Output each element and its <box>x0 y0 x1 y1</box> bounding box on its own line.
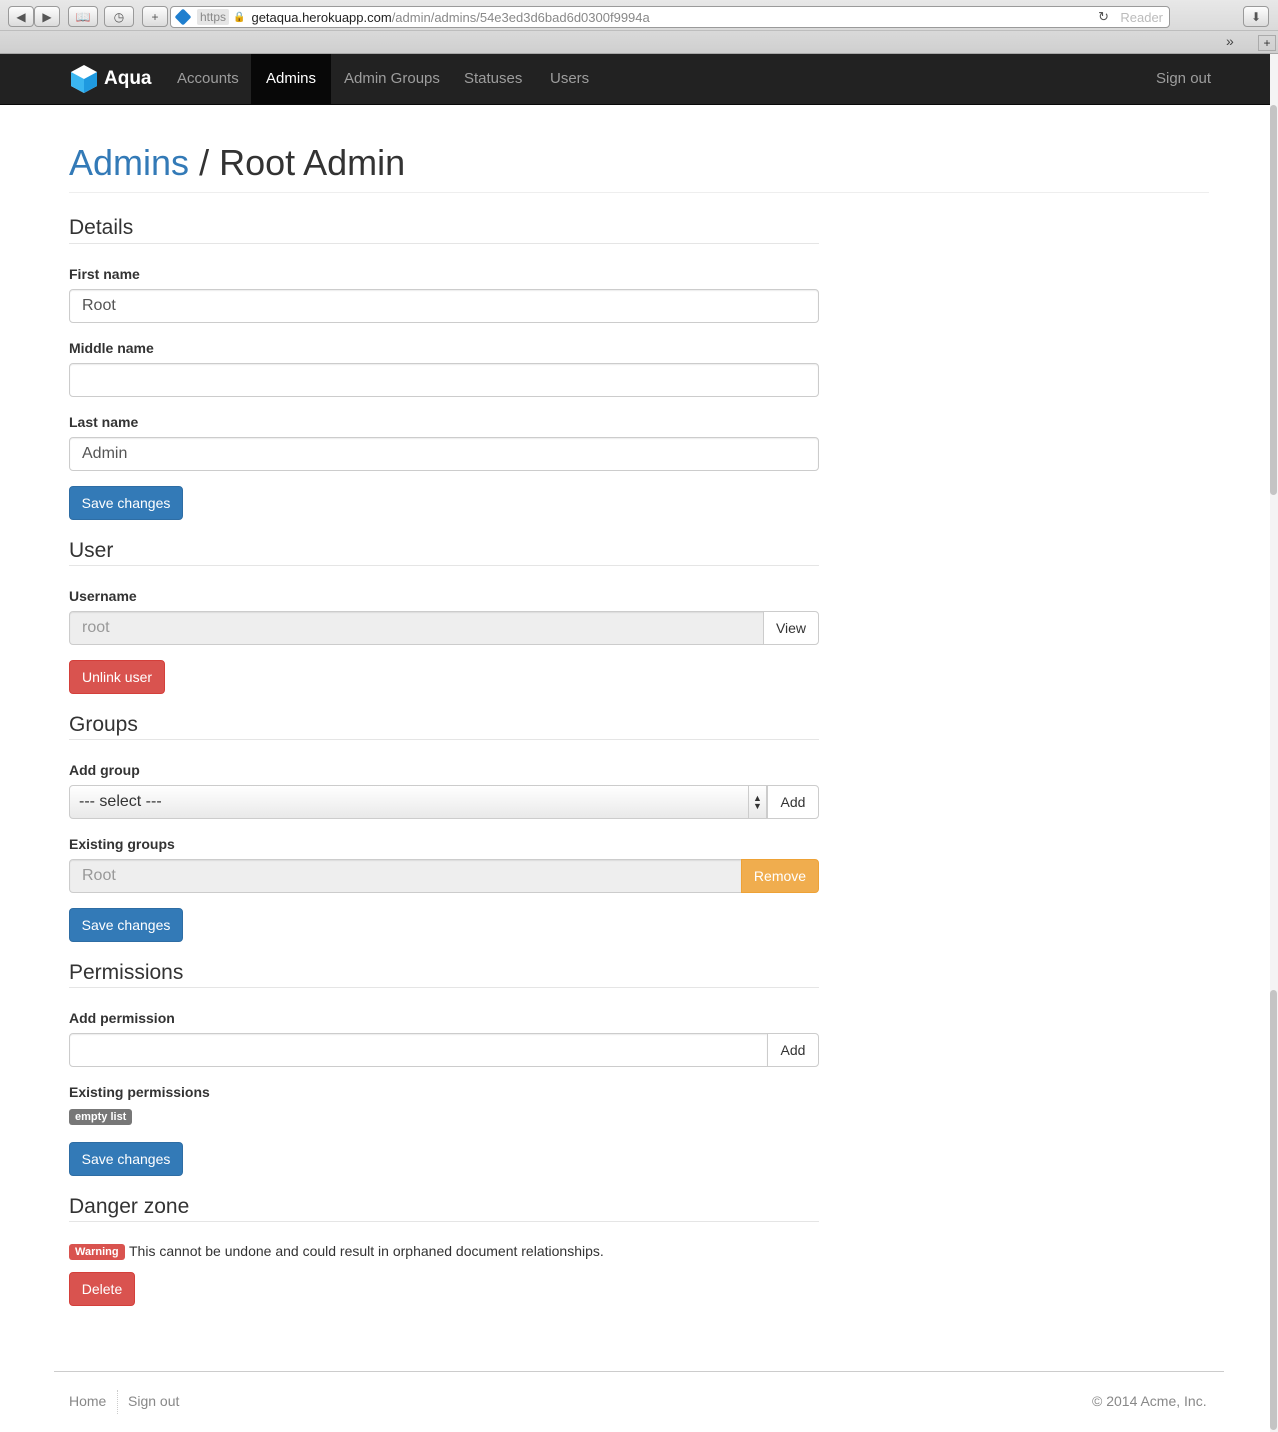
forward-arrow-icon: ▶ <box>42 9 52 24</box>
back-button[interactable]: ◀ <box>8 6 34 27</box>
username-field: root <box>69 611 765 645</box>
https-label: https <box>197 9 230 25</box>
nav-admins[interactable]: Admins <box>251 54 332 104</box>
lock-icon: 🔒 <box>233 11 246 23</box>
permissions-divider <box>69 987 819 988</box>
favicon-icon <box>174 8 192 26</box>
add-permission-button[interactable]: Add <box>767 1033 819 1067</box>
remove-group-button[interactable]: Remove <box>741 859 819 893</box>
danger-zone-heading: Danger zone <box>69 1195 190 1218</box>
select-arrows-icon: ▲ ▼ <box>748 786 766 818</box>
new-tab-button[interactable]: + <box>142 6 168 27</box>
last-name-label: Last name <box>69 414 139 430</box>
first-name-field[interactable]: Root <box>69 289 819 323</box>
group-select[interactable]: --- select --- ▲ ▼ <box>69 785 767 819</box>
view-user-button[interactable]: View <box>763 611 819 645</box>
copyright: © 2014 Acme, Inc. <box>1092 1393 1207 1409</box>
add-permission-label: Add permission <box>69 1010 175 1026</box>
url-path: /admin/admins/54e3ed3d6bad6d0300f9994a <box>391 9 650 25</box>
breadcrumb-separator: / <box>199 142 210 183</box>
existing-group-field: Root <box>69 859 742 893</box>
top-navbar: Aqua Accounts Admins Admin Groups Status… <box>0 54 1270 105</box>
tab-bar: » + <box>0 30 1278 54</box>
footer-sign-out-link[interactable]: Sign out <box>128 1393 179 1409</box>
nav-users[interactable]: Users <box>535 54 604 104</box>
nav-statuses[interactable]: Statuses <box>449 54 537 104</box>
nav-admin-groups[interactable]: Admin Groups <box>329 54 455 104</box>
breadcrumb-admins-link[interactable]: Admins <box>69 142 189 183</box>
book-icon: 📖 <box>75 9 91 24</box>
brand[interactable]: Aqua <box>70 64 152 94</box>
last-name-field[interactable]: Admin <box>69 437 819 471</box>
browser-toolbar: ◀ ▶ 📖 ◷ + https 🔒 getaqua.herokuapp.com … <box>0 0 1278 54</box>
footer-separator <box>117 1390 118 1414</box>
details-divider <box>69 243 819 244</box>
add-tab-icon[interactable]: + <box>1258 35 1276 51</box>
clock-icon: ◷ <box>113 9 125 24</box>
middle-name-label: Middle name <box>69 340 154 356</box>
footer-home-link[interactable]: Home <box>69 1393 106 1409</box>
unlink-user-button[interactable]: Unlink user <box>69 660 165 694</box>
first-name-label: First name <box>69 266 140 282</box>
title-divider <box>69 192 1209 193</box>
scrollbar-thumb[interactable] <box>1270 105 1277 495</box>
nav-accounts[interactable]: Accounts <box>162 54 254 104</box>
user-divider <box>69 565 819 566</box>
aqua-logo-icon <box>71 65 97 93</box>
permissions-heading: Permissions <box>69 961 184 984</box>
nav-sign-out[interactable]: Sign out <box>1141 54 1226 104</box>
brand-name: Aqua <box>104 68 152 89</box>
existing-permissions-label: Existing permissions <box>69 1084 210 1100</box>
warning-text: This cannot be undone and could result i… <box>129 1243 604 1259</box>
danger-divider <box>69 1221 819 1222</box>
warning-badge: Warning <box>69 1244 125 1260</box>
empty-list-badge: empty list <box>69 1109 133 1125</box>
middle-name-field[interactable] <box>69 363 819 397</box>
user-heading: User <box>69 539 114 562</box>
scrollbar-thumb-lower[interactable] <box>1270 990 1277 1430</box>
address-bar[interactable]: https 🔒 getaqua.herokuapp.com /admin/adm… <box>170 6 1170 28</box>
download-icon: ⬇ <box>1250 9 1262 24</box>
details-heading: Details <box>69 216 134 239</box>
username-label: Username <box>69 588 137 604</box>
add-permission-field[interactable] <box>69 1033 768 1067</box>
url-host: getaqua.herokuapp.com <box>251 9 392 25</box>
bookmarks-button[interactable]: 📖 <box>68 6 98 27</box>
forward-button[interactable]: ▶ <box>34 6 60 27</box>
footer-divider <box>54 1371 1224 1372</box>
page-title: Admins / Root Admin <box>69 142 405 184</box>
add-group-button[interactable]: Add <box>767 785 819 819</box>
downloads-button[interactable]: ⬇ <box>1243 6 1269 27</box>
groups-divider <box>69 739 819 740</box>
chevron-double-icon[interactable]: » <box>1226 33 1234 49</box>
existing-groups-label: Existing groups <box>69 836 175 852</box>
add-group-label: Add group <box>69 762 140 778</box>
groups-heading: Groups <box>69 713 138 736</box>
delete-button[interactable]: Delete <box>69 1272 135 1306</box>
plus-icon: + <box>151 9 159 24</box>
permissions-save-button[interactable]: Save changes <box>69 1142 183 1176</box>
admin-name: Root Admin <box>219 142 406 183</box>
reload-icon[interactable]: ↻ <box>1098 9 1109 25</box>
reader-button[interactable]: Reader <box>1120 10 1163 25</box>
history-button[interactable]: ◷ <box>104 6 134 27</box>
group-select-value: --- select --- <box>79 793 162 810</box>
details-save-button[interactable]: Save changes <box>69 486 183 520</box>
groups-save-button[interactable]: Save changes <box>69 908 183 942</box>
back-arrow-icon: ◀ <box>16 9 26 24</box>
